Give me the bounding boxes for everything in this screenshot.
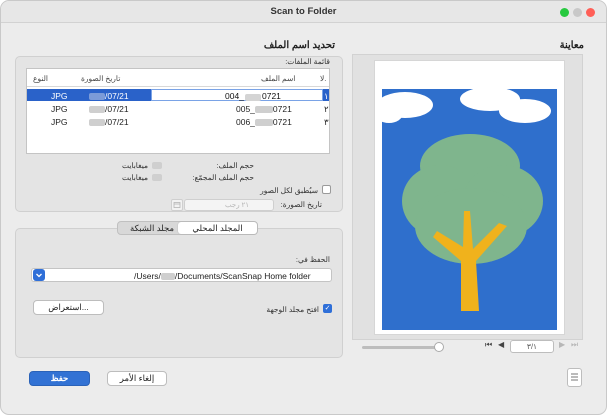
zoom-slider-track[interactable] — [362, 346, 440, 349]
open-folder-label: افتح مجلد الوجهة — [266, 305, 319, 314]
scanned-image — [375, 87, 557, 330]
file-list[interactable]: النوع تاريخ الصورة اسم الملف لا. JPG /07… — [26, 68, 330, 154]
image-date-field: ٢١ رجب — [184, 199, 274, 211]
file-row-3[interactable]: JPG /07/21 006_ 0721 ٣ — [27, 115, 329, 127]
file-type: JPG — [51, 117, 68, 127]
file-date: /07/21 — [89, 104, 129, 114]
column-type[interactable]: النوع — [33, 74, 48, 83]
calendar-icon — [171, 199, 183, 211]
minimize-window-button[interactable] — [573, 8, 582, 17]
destination-tabs: مجلد الشبكة المجلد المحلي — [117, 221, 258, 235]
file-type: JPG — [51, 91, 68, 101]
previous-page-icon[interactable]: ◀ — [498, 340, 504, 349]
file-list-header: النوع تاريخ الصورة اسم الملف لا. — [27, 69, 329, 87]
file-number: ٣ — [324, 117, 329, 127]
page-number-field[interactable]: ٣/١ — [510, 340, 554, 353]
total-size-label: حجم الملف المجمّع: — [192, 173, 254, 182]
total-size-unit: ميغابايت — [121, 173, 148, 182]
path-dropdown-button[interactable] — [33, 269, 45, 281]
file-type: JPG — [51, 104, 68, 114]
window-title: Scan to Folder — [270, 6, 337, 17]
file-size-label: حجم الملف: — [216, 161, 254, 170]
last-page-icon[interactable]: ⏭ — [571, 340, 578, 350]
file-number: ١ — [324, 91, 329, 101]
file-name: 006_ 0721 — [236, 117, 292, 127]
cancel-button[interactable]: إلغاء الأمر — [107, 371, 167, 386]
tab-local-folder[interactable]: المجلد المحلي — [178, 222, 257, 234]
browse-button[interactable]: استعراض... — [33, 300, 104, 315]
preview-page — [374, 60, 565, 335]
preview-header: معاينة — [559, 40, 584, 51]
destination-panel — [15, 228, 343, 358]
apply-all-checkbox[interactable] — [322, 185, 331, 194]
file-row-1[interactable]: JPG /07/21 004_ 0721 ١ — [27, 89, 329, 102]
column-scan-date[interactable]: تاريخ الصورة — [81, 74, 120, 83]
title-bar: Scan to Folder — [1, 1, 606, 23]
close-window-button[interactable] — [586, 8, 595, 17]
file-date: /07/21 — [89, 91, 129, 101]
total-size-value — [152, 174, 162, 181]
save-in-label: الحفظ في: — [295, 255, 330, 264]
zoom-slider-handle[interactable] — [434, 342, 444, 352]
column-filename[interactable]: اسم الملف — [261, 74, 295, 83]
zoom-window-button[interactable] — [560, 8, 569, 17]
file-date: /07/21 — [89, 117, 129, 127]
file-row-2[interactable]: JPG /07/21 005_ 0721 ٢ — [27, 102, 329, 114]
filename-edit-field[interactable]: 004_ 0721 — [151, 89, 323, 102]
first-page-icon[interactable]: ⏮ — [485, 340, 492, 350]
chevron-down-icon — [36, 273, 42, 278]
next-page-icon[interactable]: ▶ — [559, 340, 565, 349]
tab-network-folder[interactable]: مجلد الشبكة — [120, 222, 184, 234]
file-size-value — [152, 162, 162, 169]
file-list-label: قائمة الملفات: — [285, 57, 330, 66]
save-button[interactable]: حفظ — [29, 371, 90, 386]
save-path-field[interactable]: /Users//Documents/ScanSnap Home folder — [31, 268, 332, 282]
apply-all-label: سيُطبق لكل الصور — [260, 186, 318, 195]
file-size-unit: ميغابايت — [121, 161, 148, 170]
document-list-icon — [571, 373, 578, 381]
column-number[interactable]: لا. — [320, 74, 326, 83]
file-name: 005_ 0721 — [236, 104, 292, 114]
open-folder-checkbox[interactable]: ✓ — [323, 304, 332, 313]
filename-section-header: تحديد اسم الملف — [263, 40, 335, 51]
file-number: ٢ — [324, 104, 329, 114]
scanner-settings-button[interactable] — [567, 368, 582, 387]
